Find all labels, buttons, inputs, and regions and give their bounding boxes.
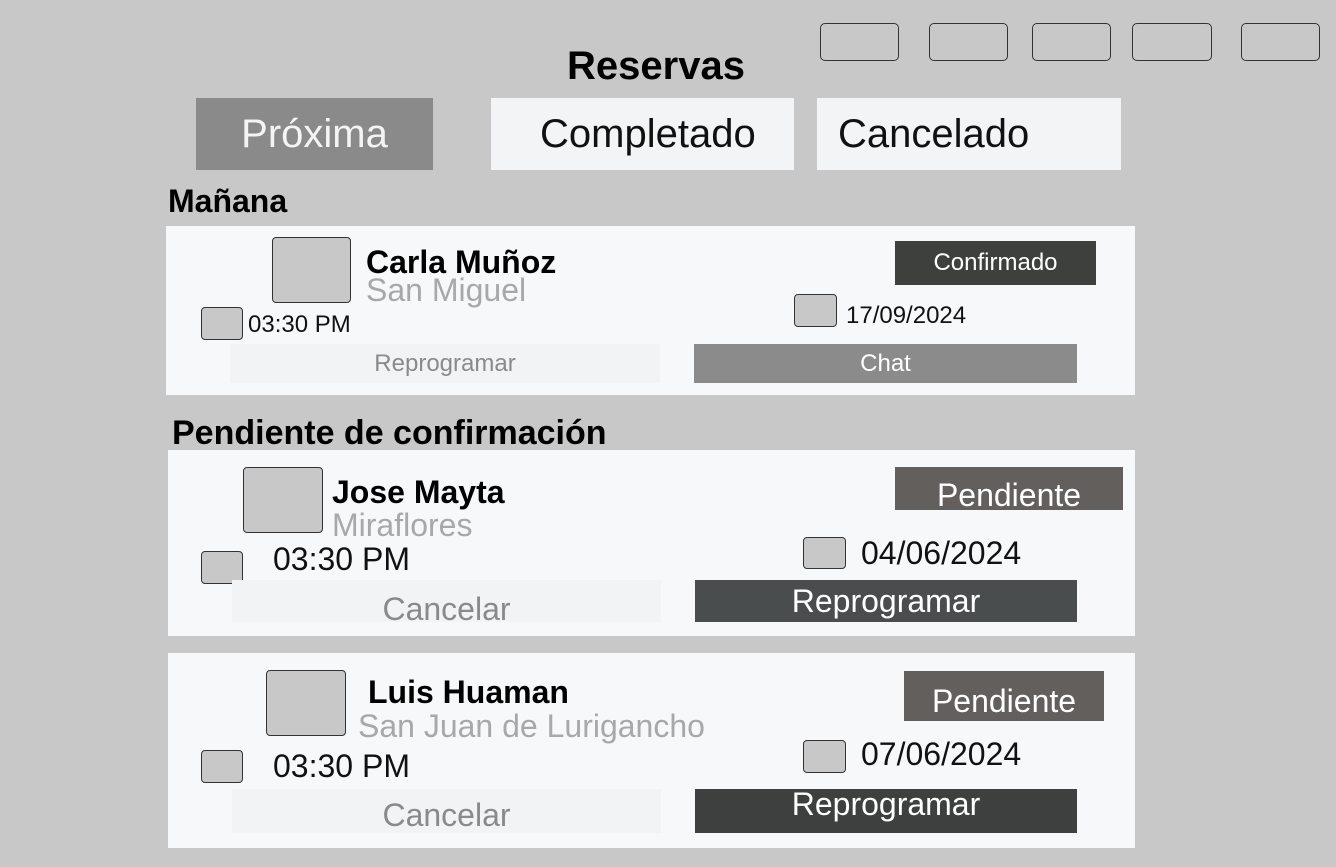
status-badge: Pendiente xyxy=(895,467,1123,513)
reservation-date: 17/09/2024 xyxy=(846,302,967,329)
section-heading-pendiente: Pendiente de confirmación xyxy=(172,414,607,452)
top-nav-button-4[interactable] xyxy=(1132,23,1212,61)
clock-icon xyxy=(201,307,243,340)
reservation-time: 03:30 PM xyxy=(273,748,410,784)
avatar xyxy=(272,237,351,303)
reservation-time: 03:30 PM xyxy=(273,541,410,577)
reschedule-button[interactable]: Reprogramar xyxy=(695,580,1077,622)
chat-button[interactable]: Chat xyxy=(694,344,1077,383)
reservation-card: Carla Muñoz San Miguel 03:30 PM Confirma… xyxy=(166,226,1135,395)
status-badge: Pendiente xyxy=(904,671,1104,721)
cancel-button[interactable]: Cancelar xyxy=(232,580,661,627)
top-nav-button-5[interactable] xyxy=(1241,23,1320,61)
tab-completado[interactable]: Completado xyxy=(491,98,794,170)
avatar xyxy=(266,670,346,736)
tab-cancelado[interactable]: Cancelado xyxy=(817,98,1121,170)
client-location: San Miguel xyxy=(366,272,527,308)
clock-icon xyxy=(201,750,243,783)
tab-proxima[interactable]: Próxima xyxy=(196,98,433,170)
calendar-icon xyxy=(803,537,846,569)
reservation-time: 03:30 PM xyxy=(248,311,351,338)
page-title: Reservas xyxy=(567,44,745,88)
calendar-icon xyxy=(794,294,837,327)
calendar-icon xyxy=(803,740,846,773)
top-nav-button-2[interactable] xyxy=(929,23,1008,61)
cancel-button[interactable]: Cancelar xyxy=(232,789,661,833)
client-location: Miraflores xyxy=(332,507,473,543)
client-name: Jose Mayta xyxy=(332,474,505,510)
top-nav-button-1[interactable] xyxy=(820,23,899,61)
section-heading-manana: Mañana xyxy=(168,183,288,219)
reservation-date: 07/06/2024 xyxy=(861,736,1022,772)
client-location: San Juan de Lurigancho xyxy=(358,708,705,744)
reservation-card: Jose Mayta Miraflores 03:30 PM Pendiente… xyxy=(168,450,1135,636)
status-badge: Confirmado xyxy=(895,241,1096,285)
top-nav-button-3[interactable] xyxy=(1032,23,1111,61)
client-name: Luis Huaman xyxy=(368,674,569,710)
reservation-card: Luis Huaman San Juan de Lurigancho 03:30… xyxy=(168,653,1135,848)
reschedule-button[interactable]: Reprogramar xyxy=(695,786,1077,833)
reservation-date: 04/06/2024 xyxy=(861,535,1022,571)
avatar xyxy=(243,467,323,533)
reservations-screen: { "header": { "title": "Reservas" }, "ta… xyxy=(0,0,1336,867)
reschedule-button[interactable]: Reprogramar xyxy=(230,344,660,383)
